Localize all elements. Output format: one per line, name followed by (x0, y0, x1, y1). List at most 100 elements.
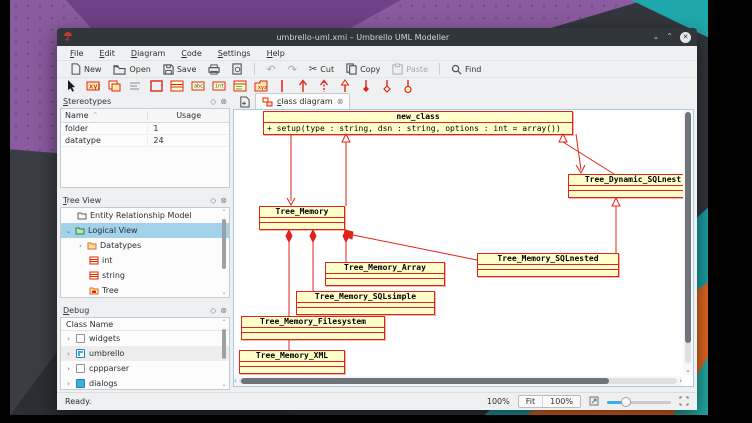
checkbox-cppparser[interactable] (76, 364, 85, 373)
dock-float-icon[interactable]: ◇ (210, 196, 216, 205)
checkbox-widgets[interactable] (76, 334, 85, 343)
debug-dock-header[interactable]: Debug ◇ ⊗ (60, 303, 230, 317)
directed-association-tool[interactable] (296, 79, 310, 93)
tree-item-datatypes[interactable]: › Datatypes (61, 238, 229, 253)
uml-class-tree-memory-xml[interactable]: Tree_Memory_XML (239, 350, 345, 374)
enum-tool[interactable] (233, 79, 247, 93)
dock-float-icon[interactable]: ◇ (210, 97, 216, 106)
close-icon[interactable]: ✕ (680, 32, 691, 43)
tree-item-logical-view[interactable]: ⌄ Logical View (61, 223, 229, 238)
open-button[interactable]: Open (108, 62, 155, 77)
menu-code[interactable]: Code (174, 48, 209, 59)
checkbox-umbrello[interactable] (76, 349, 85, 358)
minimize-icon[interactable]: ⌄ (653, 33, 660, 41)
paste-button[interactable]: Paste (387, 61, 433, 77)
uml-class-tree-memory-filesystem[interactable]: Tree_Memory_Filesystem (241, 316, 385, 340)
tab-close-icon[interactable]: ⊗ (337, 97, 344, 106)
print-button[interactable] (203, 62, 225, 77)
tree-item-tree[interactable]: Tree (61, 283, 229, 298)
tree-item-string[interactable]: string (61, 268, 229, 283)
horizontal-scrollbar[interactable]: ‹ › (234, 376, 682, 386)
debug-item-dialogs[interactable]: › dialogs (61, 376, 229, 390)
tree-view-scrollbar[interactable]: ⌃ ⌄ (220, 209, 228, 296)
menu-diagram[interactable]: Diagram (124, 48, 172, 59)
chevron-right-icon: › (65, 350, 72, 358)
zoom-slider-handle[interactable] (621, 397, 631, 407)
cut-button[interactable]: ✂ Cut (304, 62, 339, 77)
scroll-down-icon: ⌄ (685, 367, 691, 374)
stereotypes-table-header[interactable]: Name ^ Usage (61, 109, 229, 123)
undo-icon: ↶ (266, 63, 275, 76)
box-tool[interactable] (149, 79, 163, 93)
containment-tool[interactable] (401, 79, 415, 93)
zoom-100-button[interactable]: 100% (542, 396, 580, 407)
dock-close-icon[interactable]: ⊗ (220, 306, 227, 315)
folder-orange-icon (87, 241, 97, 250)
maximize-icon[interactable]: ⌃ (666, 33, 673, 41)
debug-item-widgets[interactable]: › widgets (61, 331, 229, 346)
debug-item-cppparser[interactable]: › cppparser (61, 361, 229, 376)
find-button[interactable]: Find (446, 62, 486, 77)
zoom-slider[interactable] (607, 397, 671, 407)
tree-item-entity-relationship-model[interactable]: Entity Relationship Model (61, 208, 229, 223)
uml-class-tree-dynamic-sqlnest[interactable]: Tree_Dynamic_SQLnest (568, 174, 694, 198)
copy-button[interactable]: Copy (341, 61, 385, 77)
text-tool[interactable]: xyz (86, 79, 100, 93)
tab-class-diagram[interactable]: class diagram ⊗ (255, 93, 350, 109)
fullscreen-icon[interactable] (679, 396, 689, 408)
dependency-tool[interactable] (317, 79, 331, 93)
horizontal-scrollbar-thumb[interactable] (241, 378, 609, 384)
datatype-tool[interactable]: int (212, 79, 226, 93)
class-icon (89, 256, 99, 265)
interface-tool[interactable]: abc (191, 79, 205, 93)
dock-close-icon[interactable]: ⊗ (220, 196, 227, 205)
save-button[interactable]: Save (158, 62, 202, 77)
uml-class-tree-memory-sqlsimple[interactable]: Tree_Memory_SQLsimple (296, 291, 435, 315)
uml-class-new-class[interactable]: new_class + setup(type : string, dsn : s… (263, 111, 573, 135)
titlebar[interactable]: umbrello-uml.xmi – Umbrello UML Modeller… (57, 28, 697, 46)
scroll-down-icon: ⌄ (220, 381, 228, 388)
composition-tool[interactable] (359, 79, 373, 93)
diagram-canvas[interactable]: new_class + setup(type : string, dsn : s… (233, 109, 694, 387)
class-tool[interactable] (170, 79, 184, 93)
vertical-scrollbar[interactable]: ⌄ (683, 110, 693, 375)
align-lines-tool[interactable] (128, 79, 142, 93)
note-tool[interactable] (107, 79, 121, 93)
package-tool[interactable]: xyz (254, 79, 268, 93)
menu-edit[interactable]: Edit (92, 48, 122, 59)
debug-item-umbrello[interactable]: › umbrello (61, 346, 229, 361)
uml-class-tree-memory-array[interactable]: Tree_Memory_Array (325, 262, 445, 286)
new-tab-button[interactable] (235, 94, 253, 109)
select-tool[interactable] (65, 79, 79, 93)
table-row[interactable]: folder 1 (61, 123, 229, 135)
column-name: Name (65, 111, 89, 120)
aggregation-tool[interactable] (380, 79, 394, 93)
new-button[interactable]: New (65, 61, 106, 77)
vertical-scrollbar-thumb[interactable] (685, 112, 691, 343)
fit-button[interactable]: Fit (519, 396, 542, 407)
redo-button[interactable]: ↷ (283, 61, 302, 78)
uml-class-tree-memory-sqlnested[interactable]: Tree_Memory_SQLnested (477, 253, 619, 277)
stereotypes-dock-header[interactable]: Stereotypes ◇ ⊗ (60, 94, 230, 108)
menu-file[interactable]: File (63, 48, 90, 59)
debug-scrollbar[interactable]: ⌃ ⌄ (220, 319, 228, 388)
print-preview-button[interactable] (227, 61, 248, 77)
stereotype-usage: 24 (148, 136, 229, 145)
zoom-select-icon[interactable] (589, 396, 599, 408)
checkbox-dialogs[interactable] (76, 379, 85, 388)
debug-column-header[interactable]: Class Name (61, 318, 229, 331)
menu-help[interactable]: Help (260, 48, 292, 59)
association-tool[interactable] (275, 79, 289, 93)
uml-class-tree-memory[interactable]: Tree_Memory (259, 206, 345, 230)
tree-view-dock-header[interactable]: Tree View ◇ ⊗ (60, 193, 230, 207)
chevron-right-icon: › (65, 365, 72, 373)
scroll-down-icon: ⌄ (220, 289, 228, 296)
dock-float-icon[interactable]: ◇ (210, 306, 216, 315)
table-row[interactable]: datatype 24 (61, 135, 229, 147)
generalization-tool[interactable] (338, 79, 352, 93)
menu-settings[interactable]: Settings (211, 48, 258, 59)
undo-button[interactable]: ↶ (261, 61, 280, 78)
column-usage: Usage (148, 111, 229, 120)
dock-close-icon[interactable]: ⊗ (220, 97, 227, 106)
tree-item-int[interactable]: int (61, 253, 229, 268)
